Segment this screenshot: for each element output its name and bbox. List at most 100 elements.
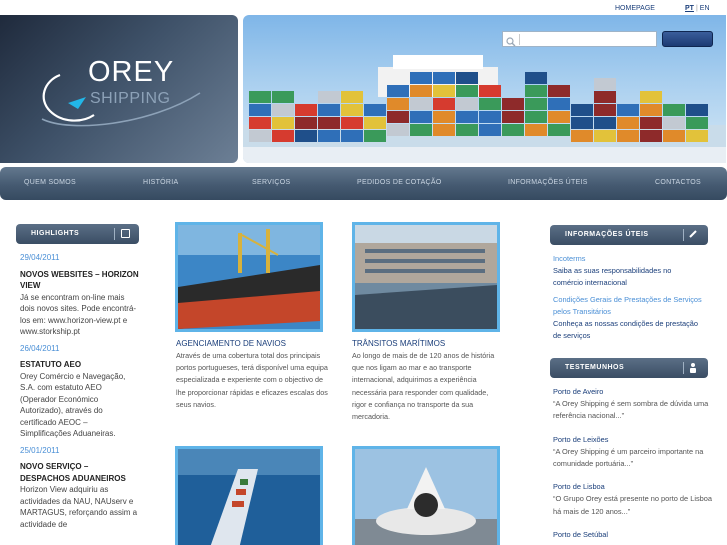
lang-en-link[interactable]: EN	[700, 5, 710, 12]
container-block	[686, 117, 708, 129]
header-divider	[683, 229, 684, 241]
container-block	[410, 111, 432, 123]
search-button[interactable]	[662, 31, 713, 47]
container-block	[295, 104, 317, 116]
header-divider	[683, 362, 684, 374]
news-title[interactable]: ESTATUTO AEO	[20, 359, 140, 371]
highlights-header: HIGHLIGHTS	[16, 224, 139, 244]
nav-quem-somos[interactable]: QUEM SOMOS	[24, 179, 76, 186]
service-text: Através de uma cobertura total dos princ…	[176, 351, 328, 409]
container-block	[364, 130, 386, 142]
nav-servicos[interactable]: SERVIÇOS	[252, 179, 290, 186]
container-block	[249, 104, 271, 116]
container-block	[594, 104, 616, 116]
info-link-text[interactable]: Conheça as nossas condições de prestação…	[553, 318, 703, 342]
container-block	[318, 104, 340, 116]
container-block	[525, 98, 547, 110]
nav-contactos[interactable]: CONTACTOS	[655, 179, 701, 186]
info-title: INFORMAÇÕES ÚTEIS	[565, 231, 649, 238]
search-input[interactable]	[523, 33, 655, 45]
container-block	[548, 85, 570, 97]
container-block	[433, 72, 455, 84]
testimonial-quote: “O Grupo Orey está presente no porto de …	[553, 494, 712, 516]
container-block	[479, 124, 501, 136]
container-block	[640, 91, 662, 103]
container-block	[571, 117, 593, 129]
container-block	[341, 91, 363, 103]
container-block	[433, 85, 455, 97]
container-block	[341, 104, 363, 116]
lang-separator: |	[695, 5, 698, 12]
logo[interactable]: OREY SHIPPING	[0, 15, 238, 163]
info-link[interactable]: Incoterms	[553, 253, 703, 265]
container-block	[548, 111, 570, 123]
info-list: Incoterms Saiba as suas responsabilidade…	[553, 253, 703, 346]
service-text: Ao longo de mais de de 120 anos de histó…	[352, 351, 495, 422]
container-block	[433, 111, 455, 123]
container-block	[318, 91, 340, 103]
ship-agency-photo[interactable]	[175, 222, 323, 332]
testimonial-port[interactable]: Porto de Setúbal	[553, 529, 713, 541]
container-block	[318, 117, 340, 129]
homepage-link[interactable]: HOMEPAGE	[615, 5, 655, 12]
container-block	[479, 111, 501, 123]
container-block	[686, 130, 708, 142]
nav-pedidos-cotacao[interactable]: PEDIDOS DE COTAÇÃO	[357, 179, 442, 186]
container-block	[663, 117, 685, 129]
container-block	[433, 124, 455, 136]
container-block	[594, 91, 616, 103]
container-block	[617, 130, 639, 142]
logo-word-shipping: SHIPPING	[90, 90, 170, 107]
container-block	[410, 72, 432, 84]
news-date: 26/04/2011	[20, 343, 60, 353]
info-box: INFORMAÇÕES ÚTEIS	[550, 225, 708, 245]
calendar-icon[interactable]	[121, 229, 130, 238]
news-body: Já se encontram on-line mais dois novos …	[20, 292, 137, 337]
container-block	[272, 91, 294, 103]
container-block	[433, 98, 455, 110]
container-block	[594, 130, 616, 142]
nav-informacoes-uteis[interactable]: INFORMAÇÕES ÚTEIS	[508, 179, 588, 186]
info-header: INFORMAÇÕES ÚTEIS	[550, 225, 708, 245]
container-block	[387, 111, 409, 123]
news-title[interactable]: NOVOS WEBSITES – HORIZON VIEW	[20, 269, 140, 292]
container-block	[594, 117, 616, 129]
container-block	[410, 98, 432, 110]
container-block	[502, 98, 524, 110]
service-title[interactable]: AGENCIAMENTO DE NAVIOS	[176, 339, 286, 348]
search-icon	[506, 34, 520, 47]
container-block	[272, 104, 294, 116]
pencil-icon[interactable]	[688, 229, 698, 241]
container-block	[456, 98, 478, 110]
container-block	[456, 111, 478, 123]
maritime-transit-photo[interactable]	[352, 222, 500, 332]
info-link-text[interactable]: Saiba as suas responsabilidades no comér…	[553, 265, 703, 289]
container-block	[479, 85, 501, 97]
container-block	[525, 85, 547, 97]
logo-word-orey: OREY	[88, 56, 174, 88]
cargo-plane-photo[interactable]	[352, 446, 500, 545]
testimonial-quote: “A Orey Shipping é um parceiro important…	[553, 446, 704, 469]
container-block	[525, 124, 547, 136]
testimonial-quote: “A Orey Shipping é sem sombra de dúvida …	[553, 399, 709, 421]
service-title[interactable]: TRÂNSITOS MARÍTIMOS	[352, 339, 445, 348]
testimonial-port[interactable]: Porto de Leixões	[553, 434, 713, 446]
info-link[interactable]: Condições Gerais de Prestações de Serviç…	[553, 294, 703, 318]
header-divider	[114, 228, 115, 240]
main-nav: QUEM SOMOS HISTÓRIA SERVIÇOS PEDIDOS DE …	[0, 167, 727, 200]
container-block	[548, 98, 570, 110]
container-block	[686, 104, 708, 116]
lang-pt-link[interactable]: PT	[685, 5, 694, 12]
testimonial-port[interactable]: Porto de Aveiro	[553, 386, 713, 398]
people-icon[interactable]	[688, 362, 698, 375]
testimonial-port[interactable]: Porto de Lisboa	[553, 481, 713, 493]
container-block	[548, 124, 570, 136]
container-block	[341, 130, 363, 142]
container-block	[502, 111, 524, 123]
container-ship-photo[interactable]	[175, 446, 323, 545]
container-block	[640, 104, 662, 116]
container-block	[387, 98, 409, 110]
news-body: Orey Comércio e Navegação, S.A. com esta…	[20, 371, 126, 439]
news-title[interactable]: NOVO SERVIÇO – DESPACHOS ADUANEIROS	[20, 461, 140, 484]
nav-historia[interactable]: HISTÓRIA	[143, 179, 178, 186]
